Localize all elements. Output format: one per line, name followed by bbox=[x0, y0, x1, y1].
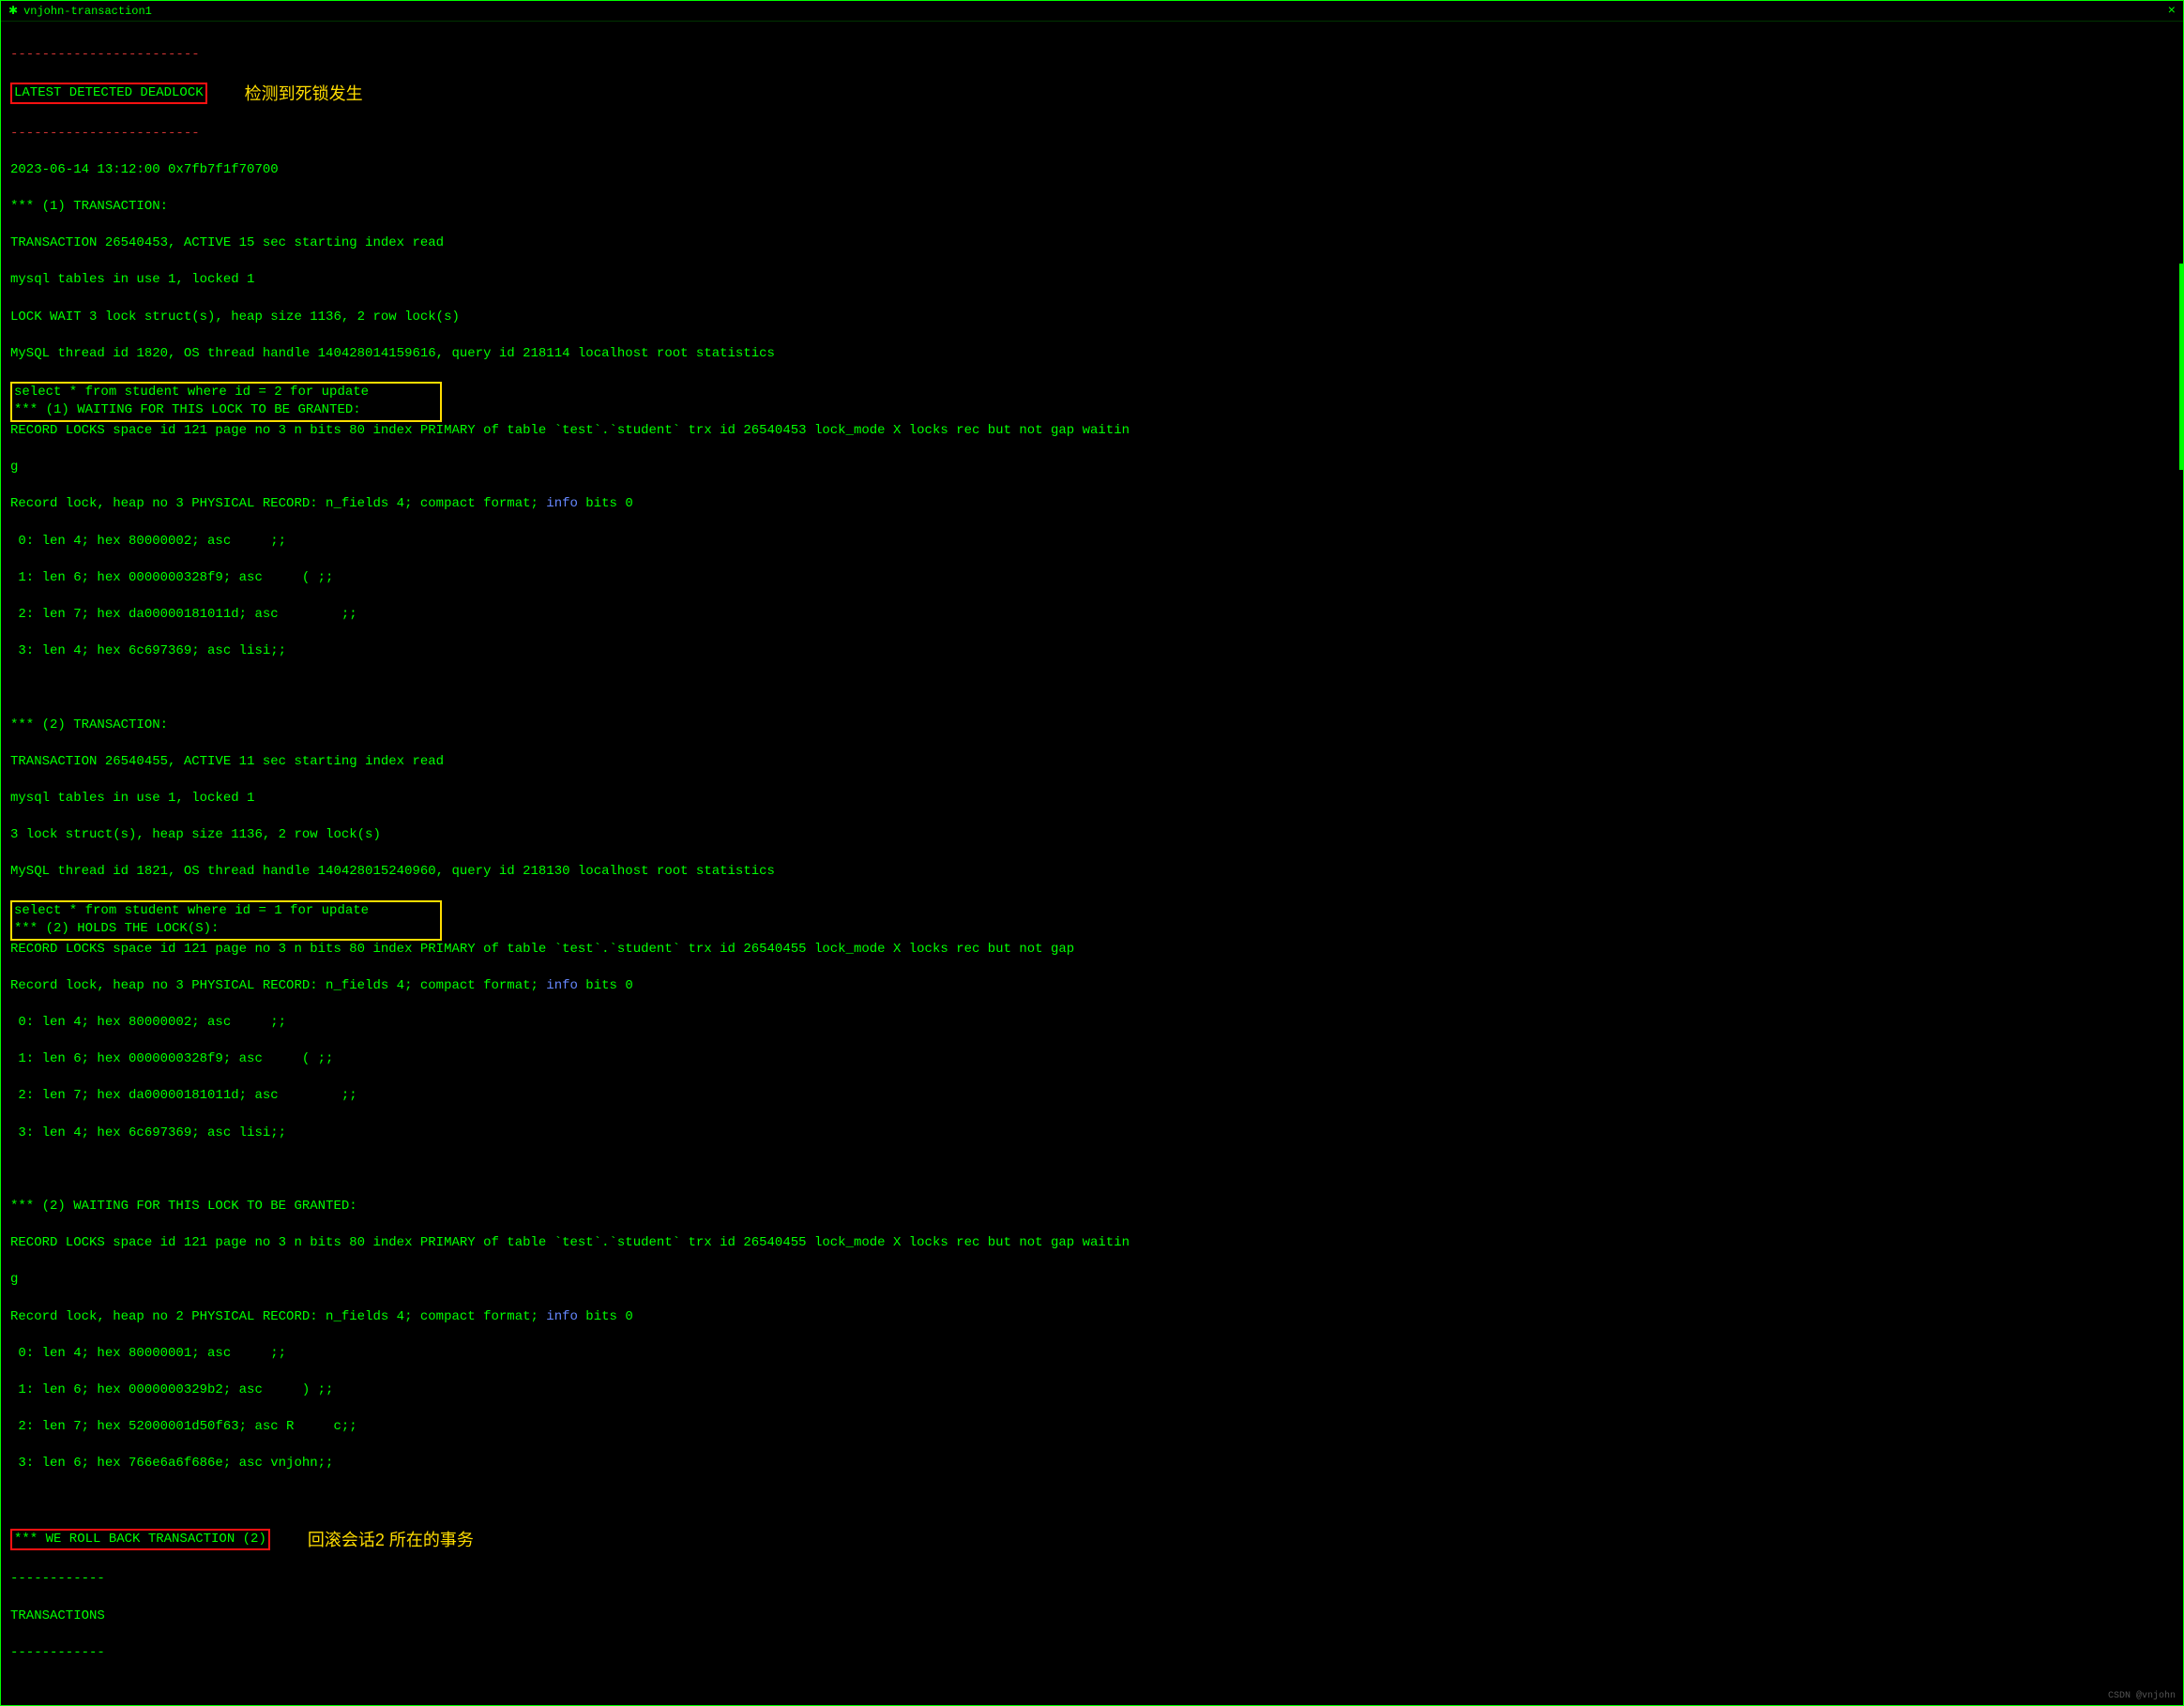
blank-line bbox=[10, 1161, 2174, 1180]
info-keyword: info bbox=[546, 496, 578, 511]
scrollbar-thumb[interactable] bbox=[2179, 264, 2183, 470]
deadlock-header-box: LATEST DETECTED DEADLOCK bbox=[10, 83, 207, 105]
txn1-recordlock-heap: Record lock, heap no 3 PHYSICAL RECORD: … bbox=[10, 495, 2174, 514]
txn2-sql: select * from student where id = 1 for u… bbox=[14, 902, 438, 921]
txn2-field3: 3: len 4; hex 6c697369; asc lisi;; bbox=[10, 1125, 2174, 1143]
timestamp-line: 2023-06-14 13:12:00 0x7fb7f1f70700 bbox=[10, 161, 2174, 180]
annotation-deadlock: 检测到死锁发生 bbox=[245, 83, 363, 106]
txn2-wait-field2: 2: len 7; hex 52000001d50f63; asc R c;; bbox=[10, 1418, 2174, 1437]
watermark: CSDN @vnjohn bbox=[2108, 1691, 2176, 1701]
txn1-field3: 3: len 4; hex 6c697369; asc lisi;; bbox=[10, 642, 2174, 661]
txn1-recordlocks-b: g bbox=[10, 459, 2174, 477]
txn2-tables: mysql tables in use 1, locked 1 bbox=[10, 790, 2174, 808]
txn1-recordlocks-a: RECORD LOCKS space id 121 page no 3 n bi… bbox=[10, 422, 2174, 441]
window-title: vnjohn-transaction1 bbox=[23, 5, 152, 18]
txn2-header: *** (2) TRANSACTION: bbox=[10, 717, 2174, 735]
txn1-field0: 0: len 4; hex 80000002; asc ;; bbox=[10, 533, 2174, 551]
txn2-wait-field3: 3: len 6; hex 766e6a6f686e; asc vnjohn;; bbox=[10, 1455, 2174, 1473]
txn2-wait-recordlocks-b: g bbox=[10, 1271, 2174, 1290]
deadlock-header: LATEST DETECTED DEADLOCK bbox=[14, 85, 204, 100]
txn2-thread: MySQL thread id 1821, OS thread handle 1… bbox=[10, 863, 2174, 882]
txn2-wait-recordlocks-a: RECORD LOCKS space id 121 page no 3 n bi… bbox=[10, 1234, 2174, 1253]
txn2-field0: 0: len 4; hex 80000002; asc ;; bbox=[10, 1014, 2174, 1033]
txn2-wait-field0: 0: len 4; hex 80000001; asc ;; bbox=[10, 1345, 2174, 1364]
blank-line bbox=[10, 1492, 2174, 1511]
txn2-field1: 1: len 6; hex 0000000328f9; asc ( ;; bbox=[10, 1050, 2174, 1069]
footer-dashes2: ------------ bbox=[10, 1644, 2174, 1663]
txn1-waiting: *** (1) WAITING FOR THIS LOCK TO BE GRAN… bbox=[14, 401, 438, 420]
annotation-rollback: 回滚会话2 所在的事务 bbox=[308, 1529, 474, 1552]
gear-icon: ✱ bbox=[8, 4, 18, 18]
info-keyword: info bbox=[546, 1309, 578, 1324]
txn1-info: TRANSACTION 26540453, ACTIVE 15 sec star… bbox=[10, 234, 2174, 253]
txn2-sql-box: select * from student where id = 1 for u… bbox=[10, 900, 442, 941]
footer-dashes1: ------------ bbox=[10, 1570, 2174, 1589]
dash-line: ------------------------ bbox=[10, 46, 2174, 65]
rollback-box: *** WE ROLL BACK TRANSACTION (2) bbox=[10, 1529, 270, 1551]
terminal-window: ✱ vnjohn-transaction1 × ----------------… bbox=[0, 0, 2184, 1706]
txn1-sql: select * from student where id = 2 for u… bbox=[14, 384, 438, 402]
titlebar: ✱ vnjohn-transaction1 × bbox=[1, 1, 2183, 22]
txn1-header: *** (1) TRANSACTION: bbox=[10, 198, 2174, 217]
txn1-tables: mysql tables in use 1, locked 1 bbox=[10, 271, 2174, 290]
info-keyword: info bbox=[546, 978, 578, 993]
txn1-thread: MySQL thread id 1820, OS thread handle 1… bbox=[10, 345, 2174, 364]
txn1-lockwait: LOCK WAIT 3 lock struct(s), heap size 11… bbox=[10, 309, 2174, 327]
txn2-field2: 2: len 7; hex da00000181011d; asc ;; bbox=[10, 1087, 2174, 1106]
terminal-content: ------------------------ LATEST DETECTED… bbox=[1, 22, 2183, 1705]
txn2-wait-field1: 1: len 6; hex 0000000329b2; asc ) ;; bbox=[10, 1381, 2174, 1400]
txn2-lockstruct: 3 lock struct(s), heap size 1136, 2 row … bbox=[10, 826, 2174, 845]
footer-transactions: TRANSACTIONS bbox=[10, 1608, 2174, 1626]
dash-line: ------------------------ bbox=[10, 125, 2174, 143]
txn2-recordlocks: RECORD LOCKS space id 121 page no 3 n bi… bbox=[10, 941, 2174, 959]
txn2-recordlock-heap: Record lock, heap no 3 PHYSICAL RECORD: … bbox=[10, 977, 2174, 996]
txn1-field1: 1: len 6; hex 0000000328f9; asc ( ;; bbox=[10, 569, 2174, 588]
txn1-field2: 2: len 7; hex da00000181011d; asc ;; bbox=[10, 606, 2174, 625]
txn1-sql-box: select * from student where id = 2 for u… bbox=[10, 382, 442, 422]
rollback-text: *** WE ROLL BACK TRANSACTION (2) bbox=[14, 1532, 266, 1547]
blank-line bbox=[10, 679, 2174, 698]
titlebar-left: ✱ vnjohn-transaction1 bbox=[8, 4, 152, 18]
txn2-wait-recordlock-heap: Record lock, heap no 2 PHYSICAL RECORD: … bbox=[10, 1308, 2174, 1327]
txn2-holds: *** (2) HOLDS THE LOCK(S): bbox=[14, 920, 438, 939]
close-icon[interactable]: × bbox=[2168, 4, 2176, 19]
txn2-info: TRANSACTION 26540455, ACTIVE 11 sec star… bbox=[10, 753, 2174, 772]
txn2-waiting-header: *** (2) WAITING FOR THIS LOCK TO BE GRAN… bbox=[10, 1198, 2174, 1216]
